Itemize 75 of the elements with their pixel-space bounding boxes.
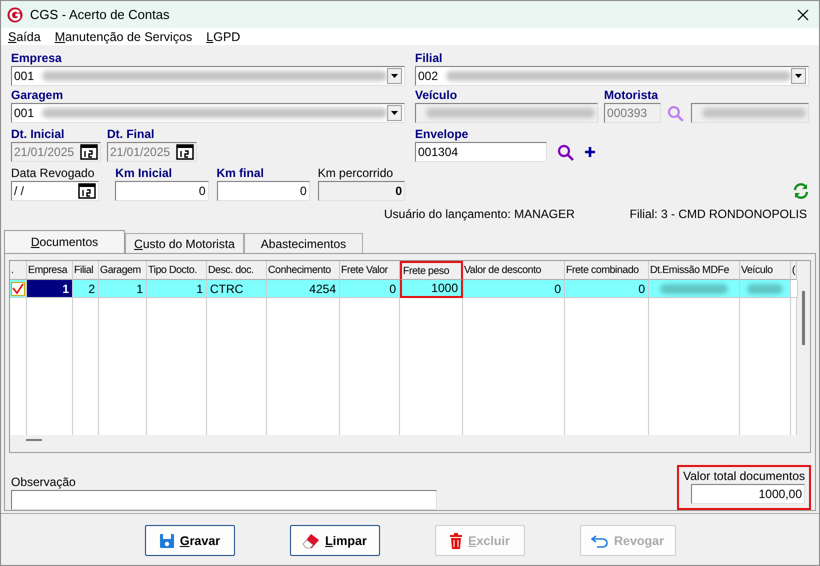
column-header: Frete Valor — [340, 261, 400, 280]
menu-item[interactable]: Saída — [8, 30, 41, 44]
column-header: Empresa — [27, 261, 73, 280]
table-cell: CTRC — [207, 280, 267, 298]
calendar-icon — [78, 183, 96, 199]
column-header: Valor de desconto — [463, 261, 565, 280]
search-icon[interactable] — [557, 144, 575, 162]
dropdown[interactable]: 001 — [11, 103, 405, 123]
input-field[interactable]: 001304 — [415, 142, 547, 162]
tab[interactable]: Custo do Motorista — [125, 233, 244, 253]
table-cell: 1 — [27, 280, 73, 298]
table-cell: 1000 — [400, 280, 463, 298]
field-label: Dt. Inicial — [11, 127, 66, 142]
table-cell: 2 — [73, 280, 99, 298]
caret-icon — [391, 74, 398, 78]
calendar-icon — [176, 144, 194, 160]
field-label: Data Revogado — [11, 166, 96, 181]
table-cell: 0 — [340, 280, 400, 298]
input-field[interactable]: 0 — [216, 181, 310, 201]
calendar-icon — [80, 144, 98, 160]
column-header: . — [10, 261, 27, 280]
column-header: Frete combinado — [565, 261, 649, 280]
table-cell: 1 — [99, 280, 147, 298]
column-header: Tipo Docto. — [147, 261, 207, 280]
column-header: Frete peso — [400, 261, 463, 280]
user-info: Usuário do lançamento: MANAGER — [384, 207, 575, 221]
field-label: Empresa — [11, 51, 63, 66]
field-label: Valor total documentos — [683, 469, 805, 484]
input-field[interactable] — [11, 490, 437, 510]
field-label: Km final — [216, 166, 265, 181]
menu-item[interactable]: Manutenção de Serviços — [54, 30, 192, 44]
column-header: Veículo — [740, 261, 791, 280]
field-label: Veículo — [415, 88, 458, 103]
input-field[interactable]: 0 — [115, 181, 208, 201]
field-label: Envelope — [415, 127, 470, 142]
branch-info: Filial: 3 - CMD RONDONOPOLIS — [630, 207, 807, 221]
table-cell: 0 — [463, 280, 565, 298]
table-cell: 1 — [147, 280, 207, 298]
field-label: Observação — [11, 475, 77, 490]
column-header: ( — [791, 261, 797, 280]
field-label: Km Inicial — [115, 166, 173, 181]
blurred-text — [747, 284, 783, 294]
tab[interactable]: Documentos — [4, 230, 125, 253]
column-header: Conhecimento — [267, 261, 340, 280]
trash-icon — [449, 532, 464, 548]
app-logo-icon — [7, 6, 23, 22]
table-cell: 4254 — [267, 280, 340, 298]
scrollbar-thumb[interactable] — [26, 439, 42, 441]
plus-icon[interactable] — [585, 147, 595, 157]
column-header: Dt.Emissão MDFe — [649, 261, 740, 280]
clear-button[interactable]: Limpar — [290, 525, 380, 556]
field-label: Km percorrido — [318, 166, 394, 181]
undo-arrow-icon — [590, 534, 609, 548]
tab[interactable]: Abastecimentos — [244, 233, 363, 253]
field-label: Motorista — [604, 88, 660, 103]
refresh-icon[interactable] — [793, 183, 809, 199]
menu-item[interactable]: LGPD — [206, 30, 240, 44]
eraser-icon — [302, 532, 320, 548]
caret-icon — [391, 111, 398, 115]
scrollbar-thumb[interactable] — [802, 291, 805, 345]
save-button[interactable]: Gravar — [144, 525, 234, 556]
column-header: Garagem — [99, 261, 147, 280]
field-label: Garagem — [11, 88, 64, 103]
caret-icon — [795, 74, 802, 78]
input-field[interactable]: / / — [11, 181, 100, 201]
column-header: Desc. doc. — [207, 261, 267, 280]
dropdown[interactable]: 001 — [11, 66, 405, 86]
dropdown[interactable]: 002 — [415, 66, 809, 86]
blurred-text — [660, 284, 728, 294]
table-cell: 0 — [565, 280, 649, 298]
window-title: CGS - Acerto de Contas — [30, 7, 170, 22]
column-header: Filial — [73, 261, 99, 280]
field-label: Filial — [415, 51, 444, 66]
field-label: Dt. Final — [107, 127, 156, 142]
input-field[interactable]: 1000,00 — [691, 484, 805, 504]
